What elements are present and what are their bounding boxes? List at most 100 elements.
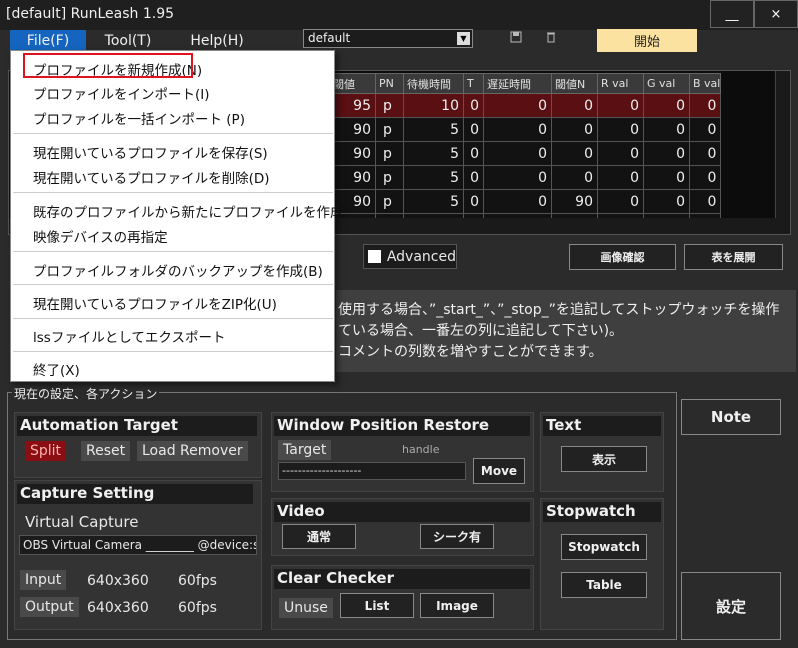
- table-cell[interactable]: 0: [643, 117, 690, 142]
- table-cell[interactable]: 90: [551, 189, 598, 214]
- table-cell[interactable]: 5: [403, 189, 464, 214]
- menu-tool[interactable]: Tool(T): [100, 31, 156, 51]
- table-cell[interactable]: 5: [403, 141, 464, 166]
- table-cell[interactable]: 10: [403, 93, 464, 118]
- table-cell[interactable]: 0: [463, 141, 484, 166]
- table-cell[interactable]: 0: [597, 165, 644, 190]
- expand-table-button[interactable]: 表を展開: [684, 244, 783, 270]
- close-button[interactable]: ×: [754, 0, 798, 28]
- menu-item-delete-profile[interactable]: 現在開いているプロファイルを削除(D): [33, 167, 270, 187]
- table-cell[interactable]: 0: [688, 189, 722, 214]
- menu-item-respecify-video-device[interactable]: 映像デバイスの再指定: [33, 226, 168, 246]
- advanced-checkbox[interactable]: Advanced: [363, 244, 457, 269]
- column-header[interactable]: T: [463, 73, 484, 94]
- stopwatch-button[interactable]: Stopwatch: [561, 534, 647, 560]
- checkbox-box[interactable]: [368, 250, 381, 263]
- table-cell[interactable]: 0: [597, 93, 644, 118]
- table-cell[interactable]: p: [375, 165, 404, 190]
- profile-select[interactable]: default ▼: [303, 29, 473, 48]
- target-field[interactable]: --------------------: [278, 462, 466, 480]
- column-header[interactable]: 待機時間: [403, 73, 464, 94]
- table-cell[interactable]: 0: [597, 117, 644, 142]
- table-cell[interactable]: p: [375, 93, 404, 118]
- table-cell[interactable]: 90: [329, 141, 376, 166]
- menu-item-create-from-existing[interactable]: 既存のプロファイルから新たにプロファイルを作成: [33, 201, 344, 221]
- table-cell[interactable]: 0: [551, 165, 598, 190]
- menu-help[interactable]: Help(H): [188, 31, 246, 51]
- settings-button[interactable]: 設定: [681, 572, 781, 640]
- table-cell[interactable]: 0: [643, 165, 690, 190]
- table-cell[interactable]: 0: [597, 141, 644, 166]
- table-cell[interactable]: 0: [483, 165, 552, 190]
- split-tag[interactable]: Split: [25, 441, 67, 461]
- table-cell[interactable]: 0: [551, 117, 598, 142]
- table-cell[interactable]: 0: [688, 117, 722, 142]
- move-button[interactable]: Move: [473, 458, 525, 484]
- table-cell[interactable]: 90: [329, 117, 376, 142]
- reset-tag[interactable]: Reset: [81, 441, 131, 461]
- menu-item-save-profile[interactable]: 現在開いているプロファイルを保存(S): [33, 142, 268, 162]
- menu-item-backup-folder[interactable]: プロファイルフォルダのバックアップを作成(B): [33, 260, 323, 280]
- floppy-icon[interactable]: [508, 31, 524, 47]
- table-cell[interactable]: p: [375, 189, 404, 214]
- grid-table[interactable]: 閾値 PN 待機時間 T 遅延時間 閾値N R val G val B val 95 p 10 0 0 0…: [329, 73, 722, 234]
- unuse-tag[interactable]: Unuse: [279, 598, 333, 618]
- image-button[interactable]: Image: [420, 593, 494, 618]
- table-cell[interactable]: 0: [643, 141, 690, 166]
- device-field[interactable]: OBS Virtual Camera ________ @device:s: [19, 535, 257, 555]
- table-cell[interactable]: p: [375, 141, 404, 166]
- table-cell[interactable]: 0: [688, 165, 722, 190]
- table-cell[interactable]: 0: [463, 117, 484, 142]
- column-header[interactable]: B val: [688, 73, 722, 94]
- table-cell[interactable]: 0: [483, 117, 552, 142]
- table-cell[interactable]: 0: [483, 93, 552, 118]
- table-row[interactable]: 90 p 5 0 0 0 0 0 0: [329, 117, 722, 142]
- column-header[interactable]: 閾値N: [551, 73, 598, 94]
- column-header[interactable]: 閾値: [329, 73, 376, 94]
- table-cell[interactable]: 0: [597, 189, 644, 214]
- stopwatch-table-button[interactable]: Table: [561, 572, 647, 598]
- table-cell[interactable]: 0: [688, 93, 722, 118]
- note-button[interactable]: Note: [681, 399, 781, 435]
- table-cell[interactable]: 90: [329, 165, 376, 190]
- load-remover-tag[interactable]: Load Remover: [137, 441, 248, 461]
- table-row[interactable]: 90p50090000: [329, 189, 722, 214]
- column-header[interactable]: 遅延時間: [483, 73, 552, 94]
- column-header[interactable]: PN: [375, 73, 404, 94]
- menu-item-bulk-import[interactable]: プロファイルを一括インポート (P): [33, 108, 245, 128]
- table-cell[interactable]: 0: [688, 141, 722, 166]
- image-check-button[interactable]: 画像確認: [569, 244, 676, 270]
- table-cell[interactable]: 0: [463, 165, 484, 190]
- video-seek-button[interactable]: シーク有: [420, 524, 494, 549]
- table-cell[interactable]: 0: [463, 93, 484, 118]
- table-cell[interactable]: 0: [483, 189, 552, 214]
- start-button[interactable]: 開始: [597, 29, 697, 52]
- table-cell[interactable]: 5: [403, 165, 464, 190]
- table-cell[interactable]: 95: [329, 93, 376, 118]
- table-cell[interactable]: 0: [643, 93, 690, 118]
- grid-vertical-scrollbar[interactable]: [775, 71, 790, 219]
- menu-item-export-lss[interactable]: lssファイルとしてエクスポート: [33, 326, 226, 346]
- table-row[interactable]: 90 p 5 0 0 0 0 0 0: [329, 165, 722, 190]
- table-row[interactable]: 90 p 5 0 0 0 0 0 0: [329, 141, 722, 166]
- trash-icon[interactable]: [543, 31, 559, 47]
- menu-file[interactable]: File(F): [10, 30, 86, 52]
- list-button[interactable]: List: [340, 593, 414, 618]
- chevron-down-icon: ▼: [457, 32, 470, 45]
- text-show-button[interactable]: 表示: [561, 446, 647, 472]
- column-header[interactable]: R val: [597, 73, 644, 94]
- table-cell[interactable]: p: [375, 117, 404, 142]
- table-cell[interactable]: 0: [551, 93, 598, 118]
- video-normal-button[interactable]: 通常: [282, 524, 356, 549]
- minimize-button[interactable]: __: [710, 0, 754, 28]
- table-cell[interactable]: 0: [643, 189, 690, 214]
- column-header[interactable]: G val: [643, 73, 690, 94]
- table-row[interactable]: 95 p 10 0 0 0 0 0 0: [329, 93, 722, 118]
- table-cell[interactable]: 0: [551, 141, 598, 166]
- menu-item-exit[interactable]: 終了(X): [33, 359, 80, 379]
- menu-item-zip-profile[interactable]: 現在開いているプロファイルをZIP化(U): [33, 293, 277, 313]
- table-cell[interactable]: 0: [463, 189, 484, 214]
- menu-item-import-profile[interactable]: プロファイルをインポート(I): [33, 83, 210, 103]
- table-cell[interactable]: 0: [483, 141, 552, 166]
- table-cell[interactable]: 5: [403, 117, 464, 142]
